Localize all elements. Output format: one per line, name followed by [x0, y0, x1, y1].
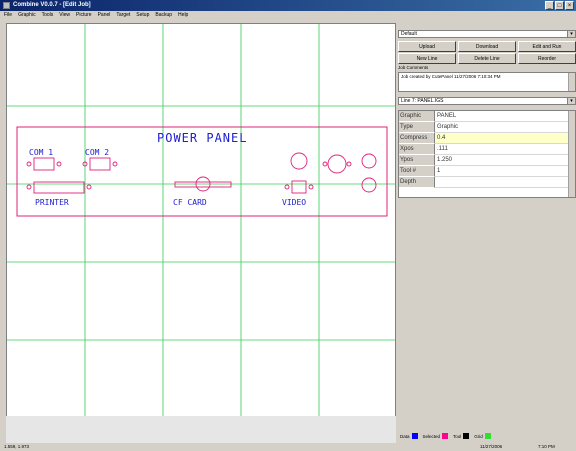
job-comments-label: Job Comments: [398, 65, 429, 70]
legend-tool-label: Tool: [453, 433, 462, 439]
panel-labels: POWER PANEL COM 1 COM 2 PRINTER CF CARD …: [29, 131, 306, 207]
round-cutout-4: [361, 177, 377, 193]
upload-button[interactable]: Upload: [398, 41, 456, 52]
line-select[interactable]: Line 7: PANEL.IGS ▾: [398, 97, 576, 105]
property-scrollbar[interactable]: [568, 111, 575, 197]
com2-hole-right: [112, 161, 118, 167]
window-controls: _ □ ×: [545, 1, 574, 10]
menu-panel[interactable]: Panel: [98, 11, 111, 20]
app-icon: [3, 2, 10, 9]
comments-scrollbar[interactable]: [568, 73, 575, 91]
menu-view[interactable]: View: [59, 11, 70, 20]
delete-line-button[interactable]: Delete Line: [458, 53, 516, 64]
prop-row-tool: Tool # 1: [399, 166, 571, 177]
color-legend: Data Selected Tool Grid: [400, 432, 494, 440]
prop-key: Xpos: [399, 144, 435, 155]
canvas-footer: [6, 416, 396, 443]
round-cutout-2-hole-right: [346, 161, 352, 167]
prop-value-ypos[interactable]: 1.250: [435, 155, 571, 166]
panel-cutouts: [26, 152, 377, 194]
status-date: 11/27/2006: [480, 444, 503, 449]
menu-setup[interactable]: Setup: [136, 11, 149, 20]
prop-key: Tool #: [399, 166, 435, 177]
legend-grid-label: Grid: [474, 433, 483, 439]
prop-key: Type: [399, 122, 435, 133]
panel-title: POWER PANEL: [157, 131, 247, 145]
cf-card-slot: [174, 181, 232, 188]
round-cutout-1: [290, 152, 308, 170]
prop-value-graphic[interactable]: PANEL: [435, 111, 571, 122]
prop-row-depth: Depth: [399, 177, 571, 188]
prop-value-tool[interactable]: 1: [435, 166, 571, 177]
prop-row-graphic: Graphic PANEL: [399, 111, 571, 122]
status-bar: 1.559, 1.973 11/27/2006 7:10 PM: [0, 443, 576, 451]
video-hole-right: [308, 184, 314, 190]
legend-data-label: Data: [400, 433, 410, 439]
title-bar: Combine V0.0.7 - [Edit Job] _ □ ×: [0, 0, 576, 11]
menu-tools[interactable]: Tools: [42, 11, 54, 20]
menu-target[interactable]: Target: [116, 11, 130, 20]
menu-backup[interactable]: Backup: [155, 11, 172, 20]
download-button[interactable]: Download: [458, 41, 516, 52]
prop-value-depth[interactable]: [435, 177, 571, 188]
prop-key: Graphic: [399, 111, 435, 122]
com1-hole-left: [26, 161, 32, 167]
printer-hole-left: [26, 184, 32, 190]
new-line-button[interactable]: New Line: [398, 53, 456, 64]
menu-file[interactable]: File: [4, 11, 12, 20]
com1-cutout: [33, 157, 55, 171]
prop-value-compress[interactable]: 0.4: [435, 133, 571, 144]
legend-data-swatch: [411, 433, 418, 439]
prop-key: Depth: [399, 177, 435, 188]
prop-row-compress: Compress 0.4: [399, 133, 571, 144]
status-time: 7:10 PM: [538, 444, 555, 449]
prop-key: Ypos: [399, 155, 435, 166]
close-button[interactable]: ×: [565, 1, 574, 10]
prop-value-xpos[interactable]: .111: [435, 144, 571, 155]
job-comments-field[interactable]: Job created by CutePanel 11/27/2006 7:10…: [398, 72, 576, 92]
prop-row-type: Type Graphic: [399, 122, 571, 133]
menu-bar: File Graphic Tools View Picture Panel Ta…: [0, 11, 576, 20]
maximize-button[interactable]: □: [555, 1, 564, 10]
com2-cutout: [89, 157, 111, 171]
status-coordinates: 1.559, 1.973: [4, 444, 30, 449]
printer-hole-right: [86, 184, 92, 190]
reorder-button[interactable]: Reorder: [518, 53, 576, 64]
legend-grid-swatch: [484, 433, 491, 439]
round-cutout-3: [361, 153, 377, 169]
legend-tool-swatch: [463, 433, 470, 439]
job-comments-text: Job created by CutePanel 11/27/2006 7:10…: [401, 74, 501, 79]
prop-value-type[interactable]: Graphic: [435, 122, 571, 133]
prop-row-ypos: Ypos 1.250: [399, 155, 571, 166]
prop-key: Compress: [399, 133, 435, 144]
com2-label: COM 2: [85, 148, 109, 157]
cf-card-label: CF CARD: [173, 198, 207, 207]
job-select[interactable]: Default ▾: [398, 30, 576, 38]
printer-label: PRINTER: [35, 198, 69, 207]
prop-row-xpos: Xpos .111: [399, 144, 571, 155]
drawing-canvas[interactable]: POWER PANEL COM 1 COM 2 PRINTER CF CARD …: [6, 23, 396, 441]
menu-help[interactable]: Help: [178, 11, 188, 20]
video-cutout: [291, 180, 307, 194]
job-select-value: Default: [401, 31, 417, 37]
round-cutout-2-hole-left: [322, 161, 328, 167]
minimize-button[interactable]: _: [545, 1, 554, 10]
panel-drawing: POWER PANEL COM 1 COM 2 PRINTER CF CARD …: [7, 24, 395, 440]
round-cutout-2: [327, 154, 347, 174]
edit-and-run-button[interactable]: Edit and Run: [518, 41, 576, 52]
video-hole-left: [284, 184, 290, 190]
com1-hole-right: [56, 161, 62, 167]
property-grid: Graphic PANEL Type Graphic Compress 0.4 …: [398, 110, 576, 198]
chevron-down-icon: ▾: [567, 98, 575, 104]
chevron-down-icon: ▾: [567, 31, 575, 37]
legend-selected-swatch: [442, 433, 449, 439]
window-title: Combine V0.0.7 - [Edit Job]: [13, 2, 91, 8]
grid-lines: [7, 24, 395, 440]
com1-label: COM 1: [29, 148, 53, 157]
menu-graphic[interactable]: Graphic: [18, 11, 36, 20]
menu-picture[interactable]: Picture: [76, 11, 92, 20]
legend-selected-label: Selected: [422, 433, 441, 439]
line-select-value: Line 7: PANEL.IGS: [401, 98, 444, 104]
video-label: VIDEO: [282, 198, 306, 207]
